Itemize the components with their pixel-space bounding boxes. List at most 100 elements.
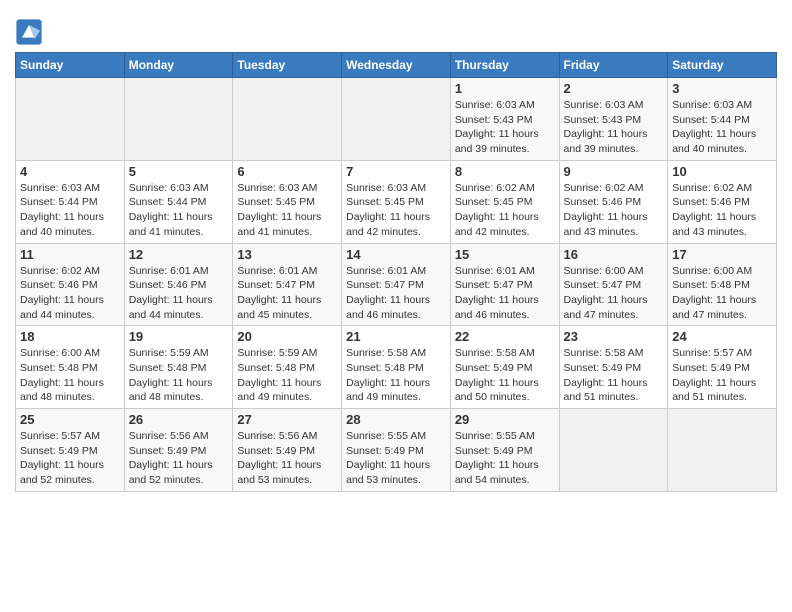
day-number: 15 [455, 247, 555, 262]
day-header-monday: Monday [124, 53, 233, 78]
day-number: 8 [455, 164, 555, 179]
day-number: 11 [20, 247, 120, 262]
day-info: Sunrise: 6:01 AM Sunset: 5:47 PM Dayligh… [237, 264, 337, 323]
calendar-week-2: 4 Sunrise: 6:03 AM Sunset: 5:44 PM Daylig… [16, 160, 777, 243]
calendar-cell: 9 Sunrise: 6:02 AM Sunset: 5:46 PM Daylig… [559, 160, 668, 243]
day-info: Sunrise: 6:01 AM Sunset: 5:46 PM Dayligh… [129, 264, 229, 323]
calendar-cell: 6 Sunrise: 6:03 AM Sunset: 5:45 PM Daylig… [233, 160, 342, 243]
day-info: Sunrise: 6:03 AM Sunset: 5:43 PM Dayligh… [455, 98, 555, 157]
day-info: Sunrise: 6:03 AM Sunset: 5:44 PM Dayligh… [20, 181, 120, 240]
day-info: Sunrise: 6:03 AM Sunset: 5:45 PM Dayligh… [346, 181, 446, 240]
day-info: Sunrise: 6:03 AM Sunset: 5:44 PM Dayligh… [129, 181, 229, 240]
day-number: 4 [20, 164, 120, 179]
calendar-cell: 15 Sunrise: 6:01 AM Sunset: 5:47 PM Dayli… [450, 243, 559, 326]
calendar-header-row: SundayMondayTuesdayWednesdayThursdayFrid… [16, 53, 777, 78]
day-info: Sunrise: 6:01 AM Sunset: 5:47 PM Dayligh… [346, 264, 446, 323]
day-info: Sunrise: 5:57 AM Sunset: 5:49 PM Dayligh… [672, 346, 772, 405]
day-number: 22 [455, 329, 555, 344]
day-number: 17 [672, 247, 772, 262]
calendar-cell [16, 78, 125, 161]
calendar-table: SundayMondayTuesdayWednesdayThursdayFrid… [15, 52, 777, 492]
day-number: 14 [346, 247, 446, 262]
day-info: Sunrise: 6:02 AM Sunset: 5:46 PM Dayligh… [564, 181, 664, 240]
day-number: 1 [455, 81, 555, 96]
day-header-sunday: Sunday [16, 53, 125, 78]
calendar-cell [233, 78, 342, 161]
day-number: 16 [564, 247, 664, 262]
calendar-cell: 2 Sunrise: 6:03 AM Sunset: 5:43 PM Daylig… [559, 78, 668, 161]
calendar-cell: 14 Sunrise: 6:01 AM Sunset: 5:47 PM Dayli… [342, 243, 451, 326]
calendar-cell: 11 Sunrise: 6:02 AM Sunset: 5:46 PM Dayli… [16, 243, 125, 326]
day-number: 28 [346, 412, 446, 427]
day-info: Sunrise: 5:58 AM Sunset: 5:48 PM Dayligh… [346, 346, 446, 405]
day-number: 27 [237, 412, 337, 427]
day-number: 29 [455, 412, 555, 427]
calendar-cell [668, 409, 777, 492]
day-header-wednesday: Wednesday [342, 53, 451, 78]
day-info: Sunrise: 6:03 AM Sunset: 5:45 PM Dayligh… [237, 181, 337, 240]
calendar-cell: 25Sunrise: 5:57 AM Sunset: 5:49 PM Dayli… [16, 409, 125, 492]
calendar-cell: 3 Sunrise: 6:03 AM Sunset: 5:44 PM Daylig… [668, 78, 777, 161]
calendar-cell [342, 78, 451, 161]
day-info: Sunrise: 6:02 AM Sunset: 5:45 PM Dayligh… [455, 181, 555, 240]
calendar-cell: 7 Sunrise: 6:03 AM Sunset: 5:45 PM Daylig… [342, 160, 451, 243]
day-number: 20 [237, 329, 337, 344]
calendar-week-1: 1 Sunrise: 6:03 AM Sunset: 5:43 PM Daylig… [16, 78, 777, 161]
day-info: Sunrise: 5:58 AM Sunset: 5:49 PM Dayligh… [455, 346, 555, 405]
day-info: Sunrise: 6:03 AM Sunset: 5:44 PM Dayligh… [672, 98, 772, 157]
calendar-cell: 28 Sunrise: 5:55 AM Sunset: 5:49 PM Dayli… [342, 409, 451, 492]
day-number: 13 [237, 247, 337, 262]
calendar-cell: 21 Sunrise: 5:58 AM Sunset: 5:48 PM Dayli… [342, 326, 451, 409]
day-header-tuesday: Tuesday [233, 53, 342, 78]
day-number: 6 [237, 164, 337, 179]
day-info: Sunrise: 6:00 AM Sunset: 5:47 PM Dayligh… [564, 264, 664, 323]
calendar-cell: 1 Sunrise: 6:03 AM Sunset: 5:43 PM Daylig… [450, 78, 559, 161]
day-info: Sunrise: 5:55 AM Sunset: 5:49 PM Dayligh… [455, 429, 555, 488]
day-number: 10 [672, 164, 772, 179]
day-info: Sunrise: 5:59 AM Sunset: 5:48 PM Dayligh… [237, 346, 337, 405]
day-info: Sunrise: 6:00 AM Sunset: 5:48 PM Dayligh… [672, 264, 772, 323]
day-info: Sunrise: 6:03 AM Sunset: 5:43 PM Dayligh… [564, 98, 664, 157]
day-number: 3 [672, 81, 772, 96]
calendar-cell: 19 Sunrise: 5:59 AM Sunset: 5:48 PM Dayli… [124, 326, 233, 409]
day-info: Sunrise: 6:02 AM Sunset: 5:46 PM Dayligh… [672, 181, 772, 240]
day-info: Sunrise: 6:00 AM Sunset: 5:48 PM Dayligh… [20, 346, 120, 405]
day-number: 5 [129, 164, 229, 179]
day-number: 21 [346, 329, 446, 344]
day-header-thursday: Thursday [450, 53, 559, 78]
calendar-cell: 12 Sunrise: 6:01 AM Sunset: 5:46 PM Dayli… [124, 243, 233, 326]
day-number: 19 [129, 329, 229, 344]
calendar-cell: 10 Sunrise: 6:02 AM Sunset: 5:46 PM Dayli… [668, 160, 777, 243]
day-info: Sunrise: 6:01 AM Sunset: 5:47 PM Dayligh… [455, 264, 555, 323]
day-number: 12 [129, 247, 229, 262]
day-info: Sunrise: 5:55 AM Sunset: 5:49 PM Dayligh… [346, 429, 446, 488]
day-number: 24 [672, 329, 772, 344]
calendar-cell [124, 78, 233, 161]
day-header-saturday: Saturday [668, 53, 777, 78]
day-header-friday: Friday [559, 53, 668, 78]
calendar-cell: 5 Sunrise: 6:03 AM Sunset: 5:44 PM Daylig… [124, 160, 233, 243]
day-number: 9 [564, 164, 664, 179]
day-info: Sunrise: 5:59 AM Sunset: 5:48 PM Dayligh… [129, 346, 229, 405]
calendar-cell: 13 Sunrise: 6:01 AM Sunset: 5:47 PM Dayli… [233, 243, 342, 326]
day-info: Sunrise: 5:56 AM Sunset: 5:49 PM Dayligh… [129, 429, 229, 488]
calendar-cell: 16 Sunrise: 6:00 AM Sunset: 5:47 PM Dayli… [559, 243, 668, 326]
day-number: 2 [564, 81, 664, 96]
calendar-cell: 4 Sunrise: 6:03 AM Sunset: 5:44 PM Daylig… [16, 160, 125, 243]
day-number: 18 [20, 329, 120, 344]
calendar-cell: 27 Sunrise: 5:56 AM Sunset: 5:49 PM Dayli… [233, 409, 342, 492]
page-header [15, 10, 777, 46]
day-info: Sunrise: 6:02 AM Sunset: 5:46 PM Dayligh… [20, 264, 120, 323]
day-number: 7 [346, 164, 446, 179]
day-info: Sunrise: 5:56 AM Sunset: 5:49 PM Dayligh… [237, 429, 337, 488]
calendar-cell [559, 409, 668, 492]
calendar-week-3: 11 Sunrise: 6:02 AM Sunset: 5:46 PM Dayli… [16, 243, 777, 326]
calendar-cell: 26 Sunrise: 5:56 AM Sunset: 5:49 PM Dayli… [124, 409, 233, 492]
day-number: 26 [129, 412, 229, 427]
day-number: 25 [20, 412, 120, 427]
calendar-cell: 17 Sunrise: 6:00 AM Sunset: 5:48 PM Dayli… [668, 243, 777, 326]
calendar-cell: 24 Sunrise: 5:57 AM Sunset: 5:49 PM Dayli… [668, 326, 777, 409]
calendar-cell: 8 Sunrise: 6:02 AM Sunset: 5:45 PM Daylig… [450, 160, 559, 243]
day-info: Sunrise: 5:58 AM Sunset: 5:49 PM Dayligh… [564, 346, 664, 405]
logo [15, 18, 45, 46]
